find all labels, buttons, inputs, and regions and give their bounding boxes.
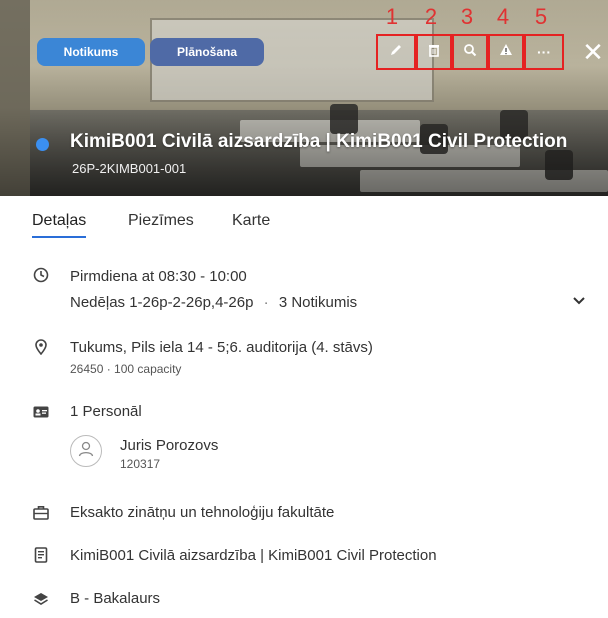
chevron-down-icon[interactable] — [570, 292, 588, 310]
clock-icon — [32, 266, 50, 284]
status-dot — [36, 138, 49, 151]
tab-details[interactable]: Detaļas — [32, 212, 87, 238]
module-name: KimiB001 Civilā aizsardzība | KimiB001 C… — [70, 547, 437, 564]
annotation-number-4: 4 — [496, 4, 510, 29]
study-level: B - Bakalaurs — [70, 590, 161, 607]
delete-icon — [427, 43, 441, 62]
more-icon: ··· — [537, 44, 551, 60]
event-detail-panel: Notikums Plānošana 1 2 3 4 5 ··· ✕ KimiB… — [0, 0, 608, 618]
event-count: 3 Notikumis — [278, 294, 358, 311]
staff-count: 1 Personāl — [70, 403, 142, 420]
warning-button[interactable] — [488, 34, 524, 70]
layers-icon — [32, 590, 50, 608]
annotation-number-5: 5 — [534, 4, 548, 29]
schedule-recurrence: Nedēļas 1-26p-2-26p,4-26p · 3 Notikumis — [70, 294, 357, 311]
id-card-icon — [32, 403, 50, 421]
close-button[interactable]: ✕ — [581, 38, 605, 66]
delete-button[interactable] — [416, 34, 452, 70]
faculty-name: Eksakto zinātņu un tehnoloģiju fakultāte — [70, 504, 335, 521]
briefcase-icon — [32, 503, 50, 521]
planning-badge[interactable]: Plānošana — [150, 38, 264, 66]
event-badge[interactable]: Notikums — [37, 38, 145, 66]
staff-id: 120317 — [120, 457, 161, 471]
close-icon: ✕ — [582, 37, 604, 67]
separator-dot: · — [263, 294, 269, 311]
schedule-time: Pirmdiena at 08:30 - 10:00 — [70, 268, 247, 285]
search-button[interactable] — [452, 34, 488, 70]
more-button[interactable]: ··· — [524, 34, 564, 70]
action-toolbar: 1 2 3 4 5 ··· — [376, 4, 566, 72]
event-code: 26P-2KIMB001-001 — [72, 161, 187, 176]
schedule-weeks: Nedēļas 1-26p-2-26p,4-26p — [70, 294, 254, 311]
user-icon — [77, 440, 95, 463]
detail-tabs: Detaļas Piezīmes Karte — [0, 208, 608, 244]
tab-map[interactable]: Karte — [232, 212, 270, 230]
event-title: KimiB001 Civilā aizsardzība | KimiB001 C… — [70, 131, 568, 152]
module-book-icon — [32, 546, 50, 564]
event-title-bar: KimiB001 Civilā aizsardzība | KimiB001 C… — [0, 128, 608, 188]
location-pin-icon — [32, 338, 50, 356]
edit-icon — [389, 43, 403, 62]
search-icon — [463, 43, 477, 62]
location-name[interactable]: Tukums, Pils iela 14 - 5;6. auditorija (… — [70, 339, 373, 356]
tab-notes[interactable]: Piezīmes — [128, 212, 194, 230]
staff-name[interactable]: Juris Porozovs — [120, 437, 218, 454]
location-meta: 26450 · 100 capacity — [70, 362, 182, 376]
edit-button[interactable] — [376, 34, 416, 70]
annotation-number-3: 3 — [460, 4, 474, 29]
annotation-number-1: 1 — [385, 4, 399, 29]
annotation-number-2: 2 — [424, 4, 438, 29]
avatar — [70, 435, 102, 467]
warning-icon — [499, 43, 513, 62]
